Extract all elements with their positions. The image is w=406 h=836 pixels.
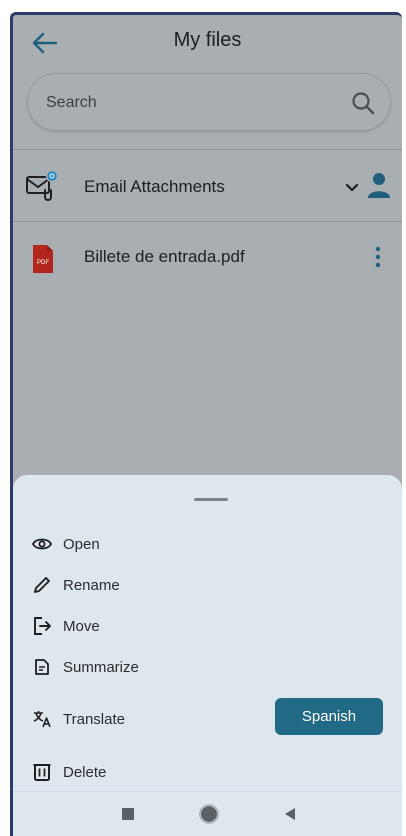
home-icon[interactable] [199, 804, 219, 824]
eye-icon [31, 533, 53, 555]
divider [13, 149, 402, 150]
menu-item-label: Translate [63, 710, 125, 728]
search-bar[interactable] [27, 73, 391, 132]
page-title: My files [173, 29, 242, 51]
more-vert-icon[interactable] [371, 245, 385, 269]
pencil-icon [31, 574, 53, 596]
recents-icon[interactable] [122, 808, 134, 820]
menu-item-label: Open [63, 535, 100, 553]
menu-item-label: Rename [63, 576, 120, 594]
chevron-down-icon[interactable] [345, 183, 359, 193]
menu-item-label: Summarize [63, 658, 139, 676]
folder-label: Email Attachments [84, 177, 225, 196]
summarize-icon [31, 656, 53, 678]
menu-item-move[interactable]: Move [31, 609, 100, 643]
back-icon[interactable] [283, 807, 297, 821]
translate-language-button[interactable]: Spanish [275, 698, 383, 735]
move-icon [31, 615, 53, 637]
translate-icon [31, 708, 53, 730]
menu-item-translate[interactable]: Translate [31, 702, 125, 736]
file-actions-sheet: Open Rename Move Summarize Translate Spa… [13, 475, 402, 836]
file-row[interactable]: PDF Billete de entrada.pdf [13, 233, 402, 289]
file-name: Billete de entrada.pdf [84, 247, 245, 266]
trash-icon [31, 761, 53, 783]
divider [13, 221, 402, 222]
menu-item-rename[interactable]: Rename [31, 568, 120, 602]
search-icon[interactable] [350, 90, 376, 116]
phone-screen: My files Email Attachments [10, 12, 402, 836]
mail-attachment-icon [26, 169, 59, 201]
menu-item-delete[interactable]: Delete [31, 755, 106, 789]
system-nav-bar [13, 791, 402, 836]
pdf-icon-label: PDF [37, 260, 49, 266]
menu-item-open[interactable]: Open [31, 527, 100, 561]
menu-item-label: Delete [63, 763, 107, 781]
menu-item-summarize[interactable]: Summarize [31, 650, 139, 684]
pdf-file-icon: PDF [33, 245, 53, 273]
menu-item-label: Move [63, 617, 100, 635]
app-header: My files [13, 15, 402, 71]
person-icon[interactable] [366, 171, 392, 199]
folder-row-email-attachments[interactable]: Email Attachments [13, 155, 402, 219]
sheet-drag-handle[interactable] [194, 498, 228, 501]
search-input[interactable] [46, 74, 326, 132]
